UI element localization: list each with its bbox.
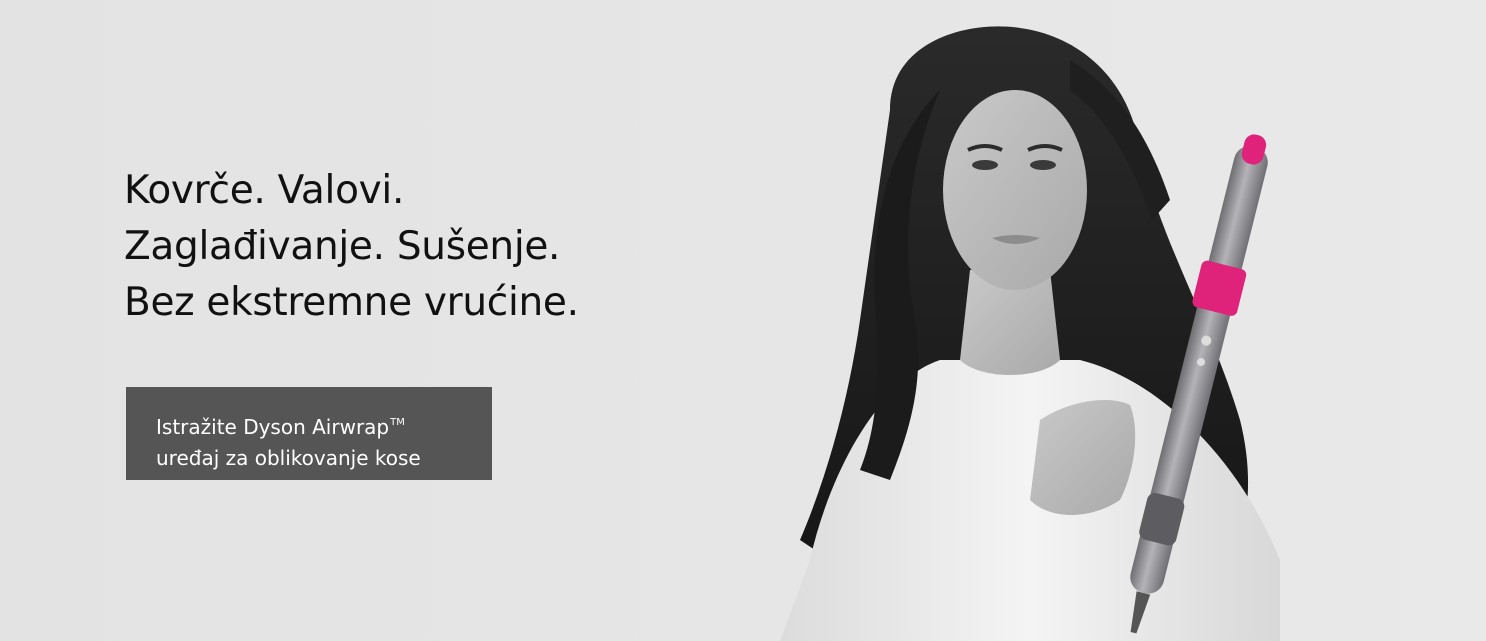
hand-shape [1030, 400, 1136, 515]
cta-line-1: Istražite Dyson AirwrapTM [156, 407, 492, 443]
hero-headline: Kovrče. Valovi. Zaglađivanje. Sušenje. B… [124, 163, 579, 331]
trademark-mark: TM [390, 417, 405, 428]
cta-line-1-text: Istražite Dyson Airwrap [156, 415, 390, 439]
headline-line-1: Kovrče. Valovi. [124, 168, 405, 213]
headline-line-3: Bez ekstremne vrućine. [124, 280, 579, 325]
hero-banner: Kovrče. Valovi. Zaglađivanje. Sušenje. B… [0, 0, 1486, 641]
right-eye [1030, 160, 1056, 170]
cta-line-2: uređaj za oblikovanje kose [156, 446, 421, 470]
woman-with-airwrap-styler-illustration [780, 26, 1280, 641]
explore-airwrap-button[interactable]: Istražite Dyson AirwrapTM uređaj za obli… [126, 387, 492, 480]
face-shape [943, 90, 1087, 290]
headline-line-2: Zaglađivanje. Sušenje. [124, 224, 561, 269]
left-eye [972, 160, 998, 170]
